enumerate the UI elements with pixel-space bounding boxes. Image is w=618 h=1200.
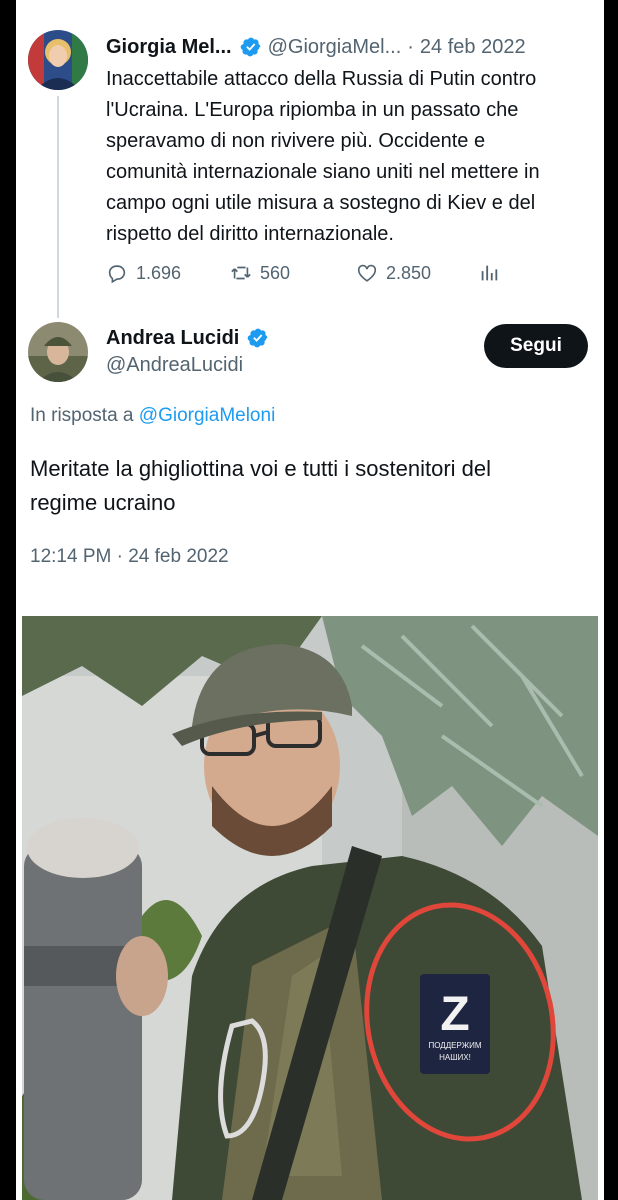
follow-button[interactable]: Segui: [484, 324, 588, 368]
reply-name-row: Andrea Lucidi: [106, 324, 275, 352]
reply-author-name[interactable]: Andrea Lucidi: [106, 327, 239, 350]
reply-separator: ·: [116, 546, 123, 567]
parent-text-line: speravamo di non rivivere più. Occidente…: [106, 130, 486, 152]
retweet-button[interactable]: 560: [230, 258, 290, 288]
like-button[interactable]: 2.850: [356, 258, 431, 288]
parent-author-name[interactable]: Giorgia Mel...: [106, 36, 232, 59]
patch-letter: Z: [440, 988, 469, 1041]
verified-badge-icon: [240, 37, 260, 57]
photo-illustration: Z ПОДДЕРЖИМ НАШИХ!: [22, 616, 598, 1200]
parent-separator: ·: [407, 35, 414, 58]
like-icon: [357, 264, 377, 282]
parent-action-bar: 1.696 560 2.850: [106, 258, 526, 288]
in-reply-handle-link[interactable]: @GiorgiaMeloni: [139, 405, 276, 426]
reply-text-line: regime ucraino: [30, 490, 176, 515]
views-button[interactable]: [478, 258, 508, 288]
reply-button[interactable]: 1.696: [106, 258, 181, 288]
retweet-icon: [231, 266, 251, 280]
parent-header: Giorgia Mel... @GiorgiaMel... · 24 feb 2…: [106, 32, 596, 62]
tweet-card: Giorgia Mel... @GiorgiaMel... · 24 feb 2…: [16, 0, 604, 1200]
in-reply-to: In risposta a @GiorgiaMeloni: [30, 405, 275, 427]
attached-photo[interactable]: Z ПОДДЕРЖИМ НАШИХ!: [22, 616, 598, 1200]
parent-text-line: comunità internazionale siano uniti nel …: [106, 161, 540, 183]
reply-icon: [108, 265, 126, 284]
parent-text-line: campo ogni utile misura a sostegno di Ki…: [106, 192, 536, 214]
like-count: 2.850: [386, 262, 432, 283]
screenshot-frame: Giorgia Mel... @GiorgiaMel... · 24 feb 2…: [0, 0, 618, 1200]
parent-text-line: rispetto del diritto internazionale.: [106, 223, 394, 245]
in-reply-prefix: In risposta a: [30, 405, 134, 426]
parent-avatar[interactable]: [28, 30, 88, 90]
reply-tweet-text: Meritate la ghigliottina voi e tutti i s…: [30, 452, 600, 520]
verified-badge-icon: [248, 328, 268, 348]
views-icon: [481, 265, 498, 281]
thread-line: [57, 96, 59, 318]
reply-date: 24 feb 2022: [128, 546, 229, 567]
reply-avatar[interactable]: [28, 322, 88, 382]
retweet-count: 560: [260, 262, 291, 283]
parent-author-handle[interactable]: @GiorgiaMel...: [268, 36, 402, 59]
patch-caption-1: ПОДДЕРЖИМ: [428, 1041, 481, 1050]
reply-time: 12:14 PM: [30, 546, 112, 567]
reply-author-handle[interactable]: @AndreaLucidi: [106, 354, 243, 377]
patch-caption-2: НАШИХ!: [439, 1053, 471, 1062]
parent-date[interactable]: 24 feb 2022: [420, 36, 526, 59]
reply-text-line: Meritate la ghigliottina voi e tutti i s…: [30, 456, 492, 481]
reply-timestamp[interactable]: 12:14 PM · 24 feb 2022: [30, 546, 229, 568]
parent-tweet-text: Inaccettabile attacco della Russia di Pu…: [106, 64, 596, 250]
parent-text-line: l'Ucraina. L'Europa ripiomba in un passa…: [106, 99, 519, 121]
reply-count: 1.696: [136, 262, 182, 283]
parent-text-line: Inaccettabile attacco della Russia di Pu…: [106, 68, 537, 90]
